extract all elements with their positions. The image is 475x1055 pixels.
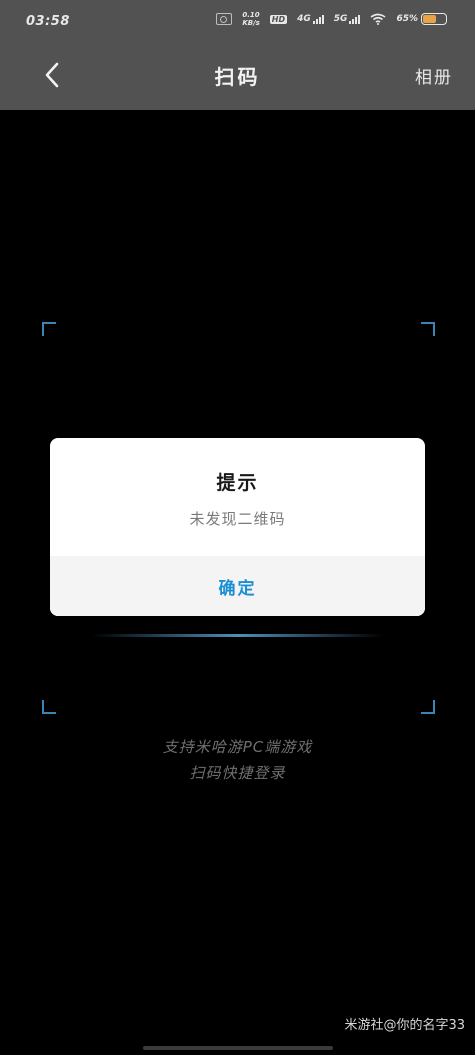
network-speed-unit: KB/s: [242, 19, 260, 27]
home-indicator[interactable]: [143, 1046, 333, 1050]
camera-icon: [216, 13, 233, 25]
scan-hint: 支持米哈游PC端游戏 扫码快捷登录: [0, 734, 475, 786]
alert-dialog: 提示 未发现二维码 确定: [50, 438, 425, 616]
status-bar: 03:58 0.10 KB/s HD 4G 5G 65%: [0, 0, 475, 44]
scan-frame-corner-top-right: [421, 322, 435, 336]
scan-hint-line1: 支持米哈游PC端游戏: [162, 738, 313, 756]
dialog-title: 提示: [216, 472, 259, 494]
status-time: 03:58: [26, 14, 70, 29]
scan-line: [92, 634, 384, 637]
status-icons: 0.10 KB/s HD 4G 5G 65%: [216, 11, 447, 27]
hd-voice-icon: HD: [269, 14, 288, 24]
sim2-label: 5G: [333, 14, 348, 24]
dialog-message: 未发现二维码: [189, 510, 286, 528]
title-bar: 扫码 相册: [0, 44, 475, 110]
sim1-label: 4G: [297, 14, 311, 24]
page-title: 扫码: [214, 65, 261, 89]
battery-fill: [423, 15, 436, 23]
scan-frame-corner-bottom-left: [42, 700, 56, 714]
sim1-signal: 4G: [297, 14, 324, 24]
signal-bars-icon: [349, 15, 361, 24]
battery-icon: [421, 13, 447, 25]
album-button[interactable]: 相册: [415, 63, 453, 88]
confirm-button[interactable]: 确定: [50, 556, 425, 616]
scan-hint-line2: 扫码快捷登录: [189, 764, 286, 782]
scan-frame-corner-bottom-right: [421, 700, 435, 714]
battery: 65%: [396, 13, 447, 25]
wifi-icon: [370, 13, 386, 25]
signal-bars-icon: [312, 15, 324, 24]
battery-percent: 65%: [396, 14, 418, 24]
scan-frame-corner-top-left: [42, 322, 56, 336]
sim2-signal: 5G: [334, 14, 361, 24]
network-speed-value: 0.10: [242, 11, 260, 19]
network-speed: 0.10 KB/s: [242, 11, 259, 27]
watermark: 米游社@你的名字33: [344, 1018, 465, 1033]
